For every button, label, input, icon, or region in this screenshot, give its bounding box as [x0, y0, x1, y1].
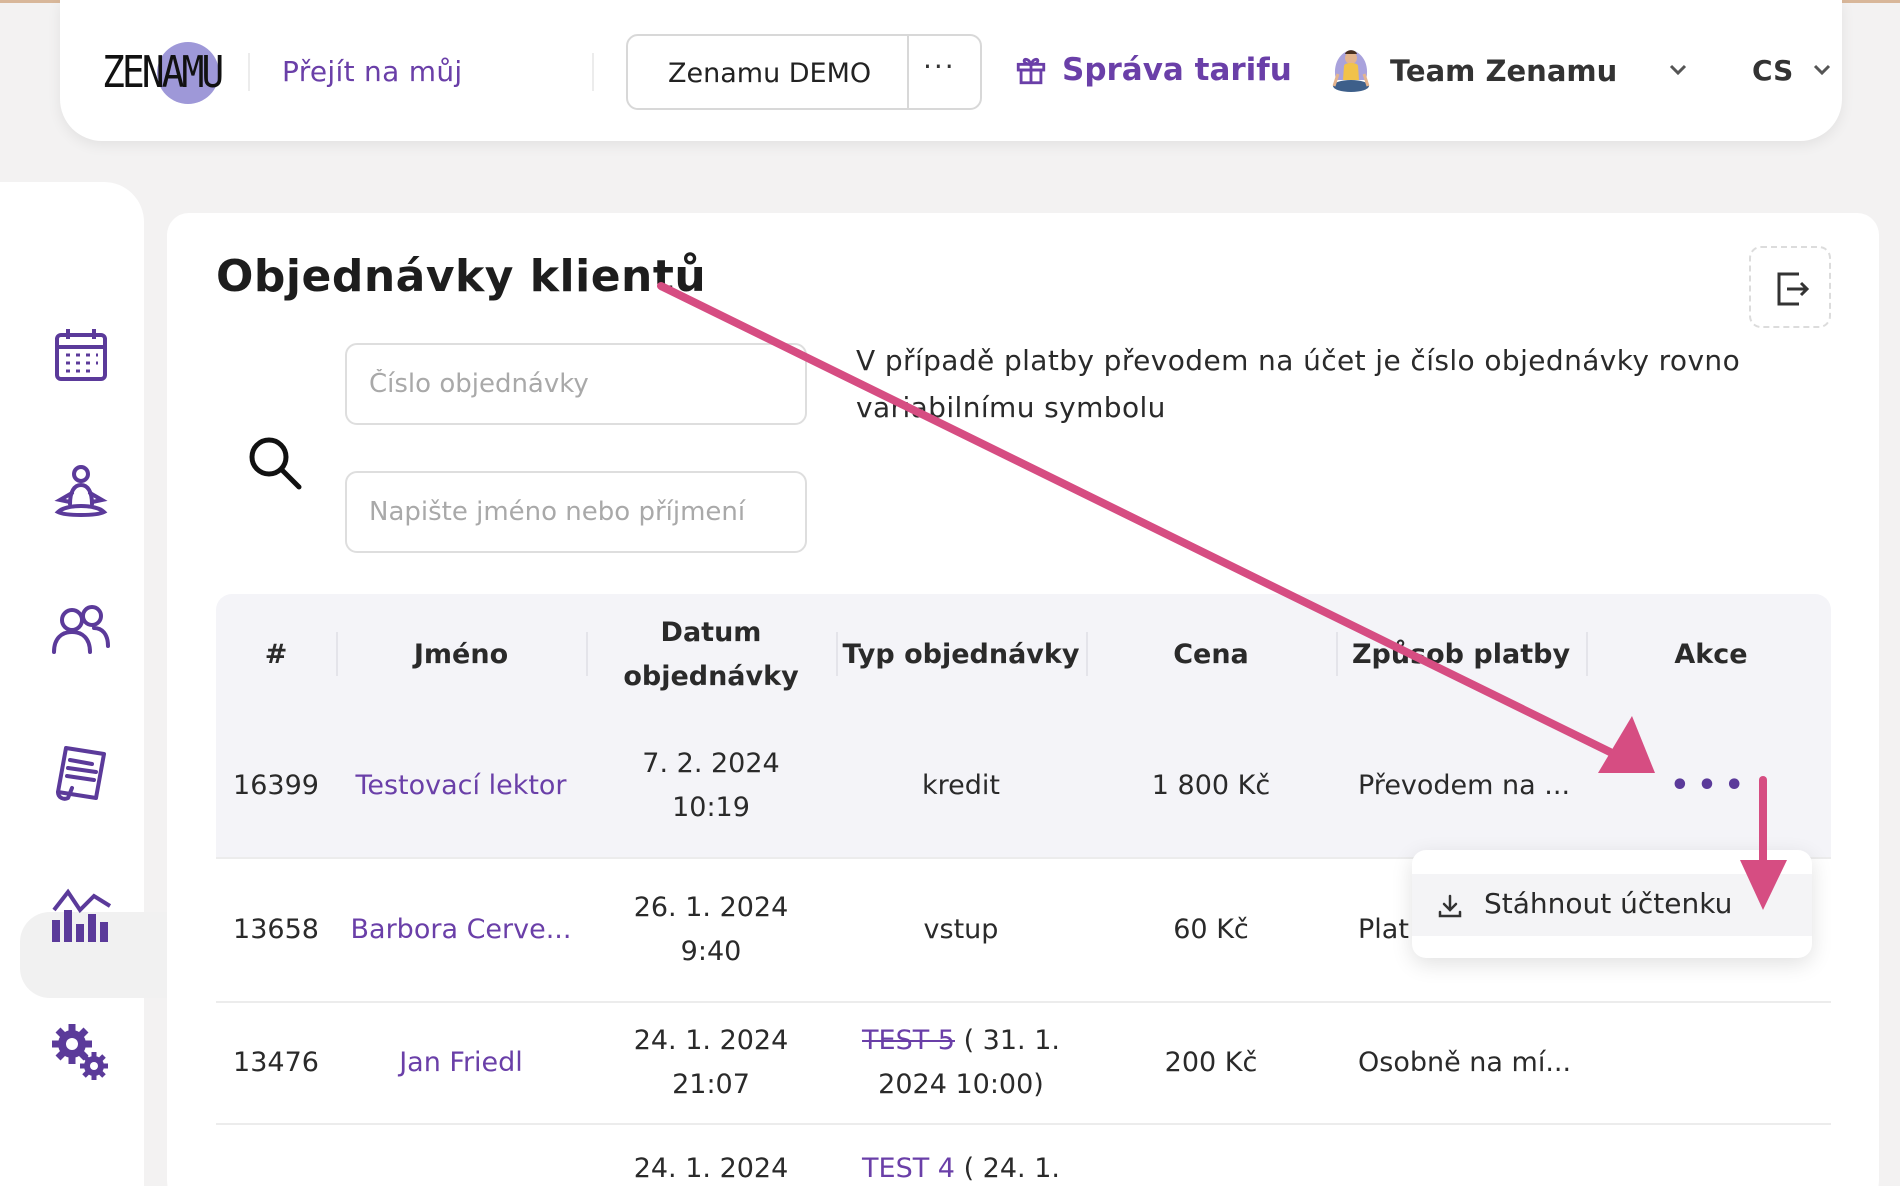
- download-receipt-label: Stáhnout účtenku: [1484, 887, 1733, 920]
- client-name-link[interactable]: Testovací lektor: [336, 715, 586, 857]
- event-link[interactable]: TEST 4: [862, 1153, 955, 1184]
- client-name[interactable]: Jan Friedl: [399, 1041, 523, 1085]
- order-price: 200 Kč: [1164, 1047, 1258, 1078]
- calendar-icon[interactable]: [48, 322, 114, 388]
- order-price: 1 800 Kč: [1151, 770, 1271, 801]
- users-icon[interactable]: [48, 598, 114, 664]
- export-button[interactable]: [1749, 246, 1831, 328]
- avatar: [1332, 50, 1370, 92]
- header-divider: [248, 53, 250, 91]
- client-name-link[interactable]: Jan Friedl: [336, 1003, 586, 1123]
- name-search-input[interactable]: [345, 471, 807, 553]
- column-header-id[interactable]: #: [216, 594, 336, 715]
- table-header: # Jméno Datum objednávky Typ objednávky …: [216, 594, 1831, 715]
- tariff-label: Správa tarifu: [1062, 52, 1292, 88]
- client-name[interactable]: Testovací lektor: [355, 764, 566, 808]
- order-id: 16399: [233, 770, 319, 801]
- event-link[interactable]: TEST 5: [862, 1025, 955, 1056]
- order-type: kredit: [922, 770, 1000, 801]
- column-header-type[interactable]: Typ objednávky: [836, 594, 1086, 715]
- payment-method: Převodem na ...: [1358, 770, 1571, 801]
- meditation-icon[interactable]: [48, 460, 114, 526]
- page-title: Objednávky klientů: [216, 251, 707, 302]
- goto-profile-link[interactable]: Přejít na můj: [282, 55, 462, 88]
- order-date: 7. 2. 2024 10:19: [586, 715, 836, 857]
- event-date: ( 24. 1.: [954, 1153, 1060, 1184]
- order-number-input[interactable]: [345, 343, 807, 425]
- language-selector[interactable]: CS: [1752, 54, 1793, 87]
- column-header-price[interactable]: Cena: [1086, 594, 1336, 715]
- order-date: 26. 1. 2024 9:40: [586, 859, 836, 1001]
- export-icon: [1777, 272, 1810, 306]
- column-header-date[interactable]: Datum objednávky: [586, 594, 836, 715]
- table-row[interactable]: 24. 1. 2024 TEST 4 ( 24. 1.: [216, 1125, 1831, 1186]
- order-date-day: 24. 1. 2024: [633, 1025, 789, 1056]
- gift-icon: [1016, 57, 1046, 85]
- more-dots-icon[interactable]: •••: [1670, 764, 1752, 808]
- client-name-link[interactable]: Barbora Cerve...: [336, 859, 586, 1001]
- zenamu-logo[interactable]: ZENAMU: [102, 42, 227, 104]
- settings-icon[interactable]: [48, 1020, 114, 1086]
- download-receipt-item[interactable]: Stáhnout účtenku: [1412, 874, 1812, 936]
- order-date-time: 9:40: [680, 936, 742, 967]
- chevron-down-icon: [1669, 64, 1687, 76]
- studio-more-button[interactable]: ···: [923, 50, 956, 83]
- top-header: ZENAMU Přejít na můj Zenamu DEMO ··· Spr…: [60, 0, 1842, 141]
- order-price: 60 Kč: [1173, 914, 1249, 945]
- chevron-down-icon[interactable]: [1810, 58, 1834, 82]
- row-actions-menu: Stáhnout účtenku: [1412, 850, 1812, 958]
- order-id: 13658: [233, 914, 319, 945]
- sidebar: [0, 182, 180, 1186]
- order-id: 13476: [233, 1047, 319, 1078]
- order-date: 24. 1. 2024: [586, 1125, 836, 1186]
- search-icon[interactable]: [245, 433, 305, 493]
- logo-text: ZENAMU: [102, 46, 224, 98]
- download-icon: [1438, 894, 1462, 918]
- column-header-name[interactable]: Jméno: [336, 594, 586, 715]
- info-text: V případě platby převodem na účet je čís…: [856, 344, 1741, 424]
- orders-card: Objednávky klientů V případě platby přev…: [167, 213, 1879, 1186]
- order-date-day: 26. 1. 2024: [633, 892, 789, 923]
- table-row[interactable]: 16399 Testovací lektor 7. 2. 2024 10:19 …: [216, 715, 1831, 859]
- order-type: TEST 4 ( 24. 1.: [836, 1125, 1086, 1186]
- order-date: 24. 1. 2024 21:07: [586, 1003, 836, 1123]
- studio-switcher-separator: [907, 36, 909, 108]
- client-name[interactable]: Barbora Cerve...: [351, 908, 572, 952]
- order-date-time: 10:19: [672, 792, 750, 823]
- studio-name: Zenamu DEMO: [668, 58, 872, 89]
- stats-icon[interactable]: [48, 880, 114, 946]
- payment-method: Osobně na mí...: [1358, 1047, 1572, 1078]
- order-date-day: 24. 1. 2024: [633, 1153, 789, 1184]
- column-header-actions: Akce: [1674, 638, 1748, 670]
- order-type: vstup: [923, 914, 999, 945]
- order-type: TEST 5 ( 31. 1. 2024 10:00): [841, 1003, 1081, 1123]
- table-row[interactable]: 13476 Jan Friedl 24. 1. 2024 21:07 TEST …: [216, 1003, 1831, 1125]
- team-name: Team Zenamu: [1390, 54, 1618, 88]
- orders-icon[interactable]: [48, 740, 114, 806]
- order-date-time: 21:07: [672, 1069, 750, 1100]
- header-divider: [592, 53, 594, 91]
- row-actions-button[interactable]: •••: [1586, 715, 1836, 857]
- order-date-day: 7. 2. 2024: [642, 748, 780, 779]
- column-header-payment[interactable]: Způsob platby: [1336, 594, 1586, 715]
- studio-switcher[interactable]: Zenamu DEMO ···: [626, 34, 982, 110]
